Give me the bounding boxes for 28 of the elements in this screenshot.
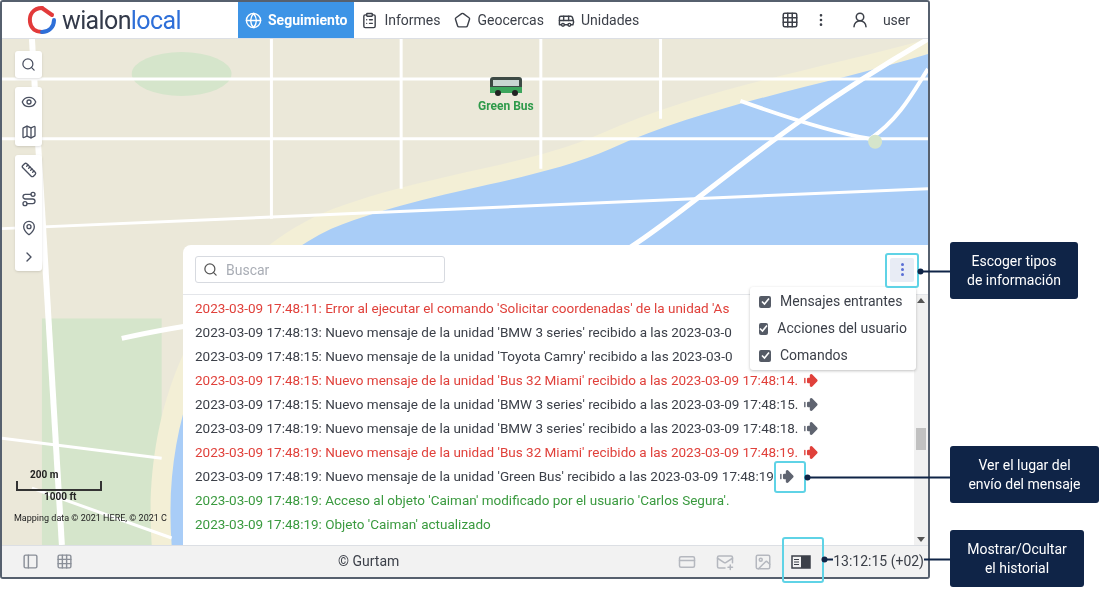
clock-time: 13:12:15 (+02) xyxy=(833,551,924,572)
event-text: 2023-03-09 17:48:15: Nuevo mensaje de la unidad 'BMW 3 series' recibido a las 2023-03-09 17:48:15. xyxy=(195,394,799,414)
scale-label: 1000 ft xyxy=(43,491,78,503)
event-text: 2023-03-09 17:48:19: Acceso al objeto 'Caiman' modificado por el usuario 'Carlos Segura'. xyxy=(195,490,730,510)
logo-text: wialonlocal xyxy=(62,7,181,33)
callout: Ver el lugar del envío del mensaje xyxy=(950,446,1099,503)
search-field[interactable]: Buscar xyxy=(195,256,445,283)
copyright: © Gurtam xyxy=(338,552,400,571)
scale-label: 200 m xyxy=(29,469,60,481)
unit-label: Green Bus xyxy=(478,98,534,115)
event-text: 2023-03-09 17:48:13: Nuevo mensaje de la unidad 'BMW 3 series' recibido a las 2023-03-0 xyxy=(195,322,732,342)
map-attribution: Mapping data © 2021 HERE, © 2021 C xyxy=(14,513,167,523)
nav-tab[interactable]: Unidades xyxy=(550,2,647,38)
event-text: 2023-03-09 17:48:19: Nuevo mensaje de la unidad 'BMW 3 series' recibido a las 2023-03-09 17:48:18. xyxy=(195,418,799,438)
event-text: 2023-03-09 17:48:11: Error al ejecutar el comando 'Solicitar coordenadas' de la unidad 'As xyxy=(195,298,730,318)
menu-item[interactable]: Mensajes entrantes xyxy=(750,288,916,315)
event-text: 2023-03-09 17:48:15: Nuevo mensaje de la unidad 'Bus 32 Miami' recibido a las 2023-03-09 17:48:14. xyxy=(195,370,799,390)
callout: Escoger tipos de información xyxy=(950,242,1078,299)
event-text: 2023-03-09 17:48:19: Objeto 'Caiman' actualizado xyxy=(195,514,491,534)
nav-tab[interactable]: Informes xyxy=(354,2,448,38)
event-text: 2023-03-09 17:48:15: Nuevo mensaje de la unidad 'Toyota Camry' recibido a las 2023-03-0 xyxy=(195,346,733,366)
menu-item[interactable]: Acciones del usuario xyxy=(750,315,916,342)
nav-tab[interactable]: Geocercas xyxy=(447,2,551,38)
event-text: 2023-03-09 17:48:19: Nuevo mensaje de la unidad 'Green Bus' recibido a las 2023-03-09 17:48:19 xyxy=(195,466,774,486)
user-name[interactable]: user xyxy=(882,9,910,31)
callout: Mostrar/Ocultar el historial xyxy=(950,530,1084,587)
event-text: 2023-03-09 17:48:19: Nuevo mensaje de la unidad 'Bus 32 Miami' recibido a las 2023-03-09 17:48:19. xyxy=(195,442,799,462)
menu-item[interactable]: Comandos xyxy=(750,342,916,369)
